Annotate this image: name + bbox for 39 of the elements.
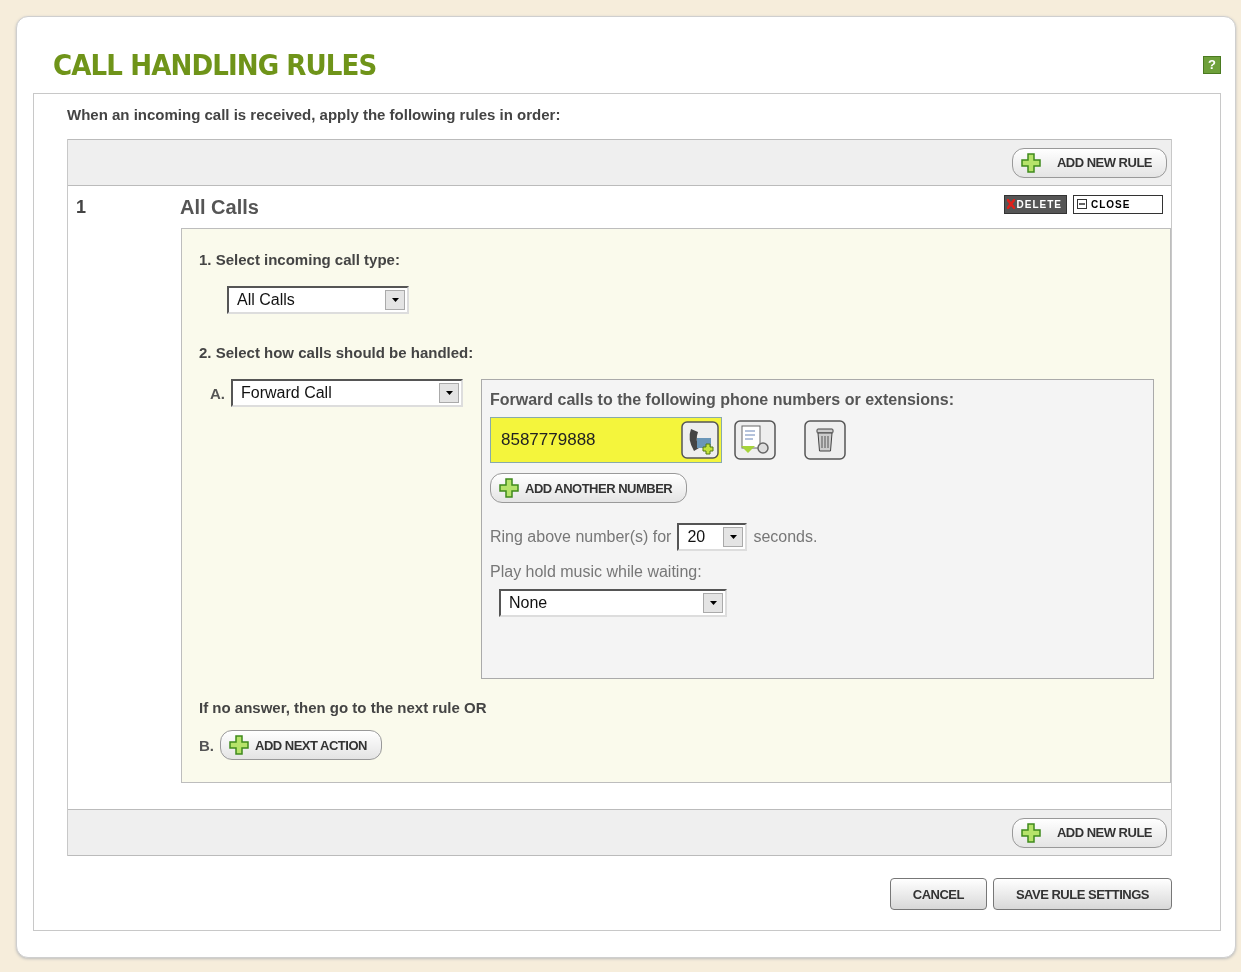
- phone-add-icon[interactable]: [681, 421, 719, 459]
- caret-icon: [391, 298, 399, 302]
- no-answer-text: If no answer, then go to the next rule OR: [199, 699, 488, 716]
- add-next-action-button[interactable]: ADD NEXT ACTION: [220, 730, 382, 760]
- x-icon: [1006, 199, 1015, 209]
- hold-music-select[interactable]: None: [499, 589, 727, 617]
- caret-icon: [445, 391, 453, 395]
- rule-name: All Calls: [180, 195, 260, 219]
- caret-icon: [729, 535, 737, 539]
- plus-icon: [499, 478, 519, 498]
- action-letter: A.: [210, 385, 225, 402]
- plus-icon: [1020, 152, 1041, 173]
- seconds-select[interactable]: 20: [677, 523, 748, 551]
- plus-icon: [1020, 822, 1041, 843]
- list-settings-icon[interactable]: [734, 420, 776, 460]
- step-label: 1. Select incoming call type:: [199, 251, 401, 268]
- call-type-select[interactable]: All Calls: [227, 286, 409, 314]
- seconds-label: seconds.: [753, 528, 818, 546]
- forward-label: Forward calls to the following phone numbers or extensions:: [490, 391, 956, 409]
- rule-number: 1: [76, 196, 87, 218]
- cancel-button[interactable]: CANCEL: [889, 878, 987, 910]
- save-button[interactable]: SAVE RULE SETTINGS: [992, 878, 1172, 910]
- delete-button[interactable]: DELETE: [1003, 194, 1067, 214]
- caret-icon: [709, 601, 717, 605]
- ring-label: Ring above number(s) for: [490, 528, 672, 546]
- action-letter: B.: [199, 736, 214, 754]
- close-button[interactable]: CLOSE: [1073, 194, 1163, 214]
- page-title: CALL HANDLING RULES: [53, 48, 377, 82]
- add-number-button[interactable]: ADD ANOTHER NUMBER: [490, 473, 688, 503]
- add-rule-button[interactable]: ADD NEW RULE: [1011, 817, 1167, 848]
- intro-text: When an incoming call is received, apply the following rules in order:: [67, 106, 562, 123]
- trash-icon[interactable]: [804, 420, 846, 460]
- add-rule-button[interactable]: ADD NEW RULE: [1011, 147, 1167, 178]
- action-select[interactable]: Forward Call: [231, 379, 463, 407]
- plus-icon: [229, 735, 249, 755]
- step-label: 2. Select how calls should be handled:: [199, 344, 475, 361]
- minus-icon: [1077, 199, 1087, 209]
- hold-music-label: Play hold music while waiting:: [490, 563, 703, 581]
- phone-number-field[interactable]: 8587779888: [490, 417, 722, 463]
